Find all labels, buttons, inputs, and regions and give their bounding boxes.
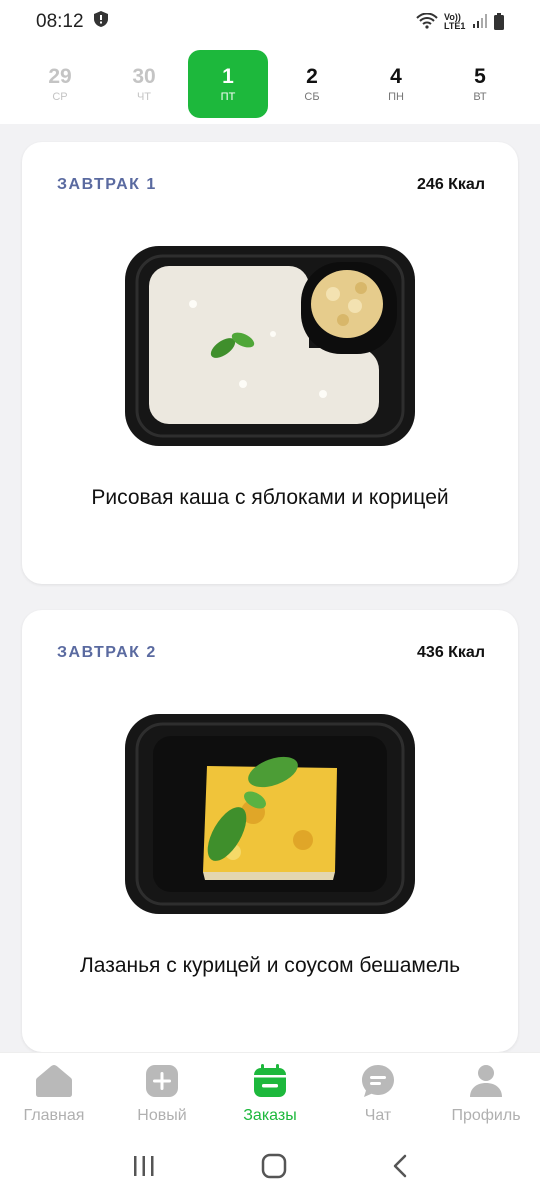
status-left: 08:12 xyxy=(36,11,108,33)
meal-label: ЗАВТРАК 2 xyxy=(57,644,157,661)
nav-home[interactable]: Главная xyxy=(0,1053,108,1136)
home-button[interactable] xyxy=(261,1153,287,1184)
system-navigation-bar xyxy=(0,1136,540,1200)
meal-header: ЗАВТРАК 2 436 Ккал xyxy=(57,644,485,662)
nav-label: Заказы xyxy=(243,1107,297,1124)
nav-chat[interactable]: Чат xyxy=(324,1053,432,1136)
nav-new[interactable]: Новый xyxy=(108,1053,216,1136)
meal-card-breakfast-1[interactable]: ЗАВТРАК 1 246 Ккал Рисовая каша с яблока… xyxy=(22,142,518,584)
date-weekday: ЧТ xyxy=(136,91,152,104)
nav-orders[interactable]: Заказы xyxy=(216,1053,324,1136)
nav-profile[interactable]: Профиль xyxy=(432,1053,540,1136)
date-weekday: ПТ xyxy=(220,91,236,104)
meal-list[interactable]: ЗАВТРАК 1 246 Ккал Рисовая каша с яблока… xyxy=(0,124,540,1052)
chat-icon xyxy=(361,1064,395,1103)
nav-label: Чат xyxy=(364,1107,392,1124)
date-weekday: СР xyxy=(52,91,68,104)
date-item-5[interactable]: 5 ВТ xyxy=(440,50,520,118)
status-bar: 08:12 Vo)) LTE1 xyxy=(0,0,540,44)
meal-photo-rice-porridge xyxy=(123,244,417,448)
nav-label: Профиль xyxy=(451,1107,521,1124)
battery-icon xyxy=(494,12,504,32)
shield-icon xyxy=(93,11,108,33)
nav-label: Главная xyxy=(23,1107,85,1124)
date-item-30[interactable]: 30 ЧТ xyxy=(104,50,184,118)
back-button[interactable] xyxy=(392,1154,408,1183)
date-selector: 29 СР 30 ЧТ 1 ПТ 2 СБ 4 ПН 5 ВТ xyxy=(0,44,540,124)
meal-label: ЗАВТРАК 1 xyxy=(57,176,157,193)
wifi-icon xyxy=(416,12,438,31)
nav-label: Новый xyxy=(137,1107,187,1124)
date-number: 30 xyxy=(132,64,156,88)
signal-icon xyxy=(472,13,488,31)
date-item-29[interactable]: 29 СР xyxy=(20,50,100,118)
date-weekday: ВТ xyxy=(473,91,487,104)
meal-calories: 246 Ккал xyxy=(417,176,485,193)
home-icon xyxy=(35,1064,73,1103)
date-number: 29 xyxy=(48,64,72,88)
status-right: Vo)) LTE1 xyxy=(416,12,504,32)
meal-title: Рисовая каша с яблоками и корицей xyxy=(91,486,449,509)
date-number: 1 xyxy=(222,64,234,88)
date-number: 2 xyxy=(306,64,318,88)
date-weekday: СБ xyxy=(304,91,320,104)
date-item-2[interactable]: 2 СБ xyxy=(272,50,352,118)
recent-apps-button[interactable] xyxy=(132,1155,156,1182)
date-item-4[interactable]: 4 ПН xyxy=(356,50,436,118)
network-label: Vo)) LTE1 xyxy=(444,12,466,31)
date-weekday: ПН xyxy=(388,91,404,104)
date-item-1-selected[interactable]: 1 ПТ xyxy=(188,50,268,118)
meal-photo-lasagna xyxy=(123,712,417,916)
meal-calories: 436 Ккал xyxy=(417,644,485,661)
meal-card-breakfast-2[interactable]: ЗАВТРАК 2 436 Ккал Лазанья с курицей и с… xyxy=(22,610,518,1052)
meal-title: Лазанья с курицей и соусом бешамель xyxy=(79,954,461,977)
date-number: 5 xyxy=(474,64,486,88)
status-time: 08:12 xyxy=(36,11,84,32)
meal-header: ЗАВТРАК 1 246 Ккал xyxy=(57,176,485,194)
bottom-navigation: Главная Новый Заказы Чат Профиль xyxy=(0,1052,540,1136)
date-number: 4 xyxy=(390,64,402,88)
profile-icon xyxy=(469,1064,503,1103)
plus-icon xyxy=(145,1064,179,1103)
calendar-icon xyxy=(253,1064,287,1103)
